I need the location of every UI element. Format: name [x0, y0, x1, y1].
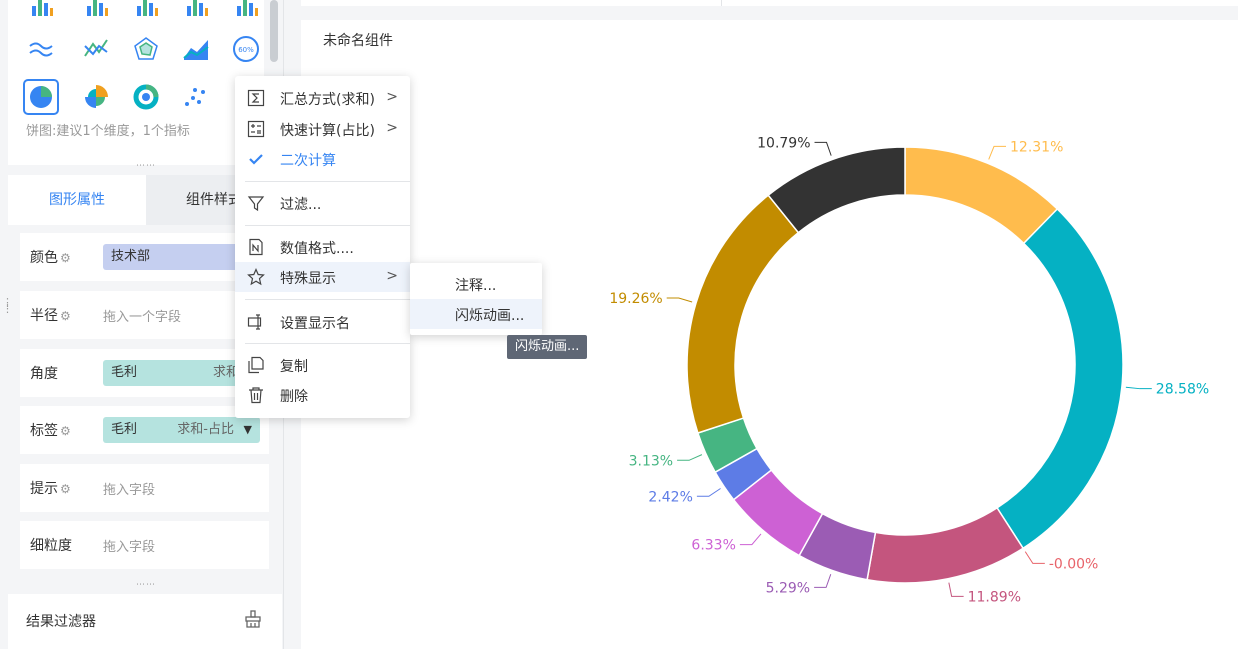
- menu-item-6[interactable]: 特殊显示 >: [235, 262, 410, 292]
- slice-data-label: 6.33%: [691, 538, 735, 554]
- menu-item-4[interactable]: 过滤...: [235, 188, 410, 218]
- menu-divider: [245, 343, 410, 344]
- pie-slice[interactable]: [866, 506, 1025, 584]
- menu-item-label: 汇总方式(求和): [280, 92, 375, 108]
- menu-item-label: 二次计算: [280, 153, 336, 169]
- menu-item-label: 快速计算(占比): [280, 123, 375, 139]
- number-format-icon: [249, 238, 263, 256]
- menu-item-3[interactable]: 二次计算: [235, 144, 410, 174]
- menu-divider: [245, 225, 410, 226]
- chevron-right-icon: >: [386, 268, 398, 284]
- chevron-right-icon: >: [386, 120, 398, 136]
- menu-item-label: 删除: [280, 389, 308, 405]
- label-leader-line: [696, 488, 721, 497]
- submenu-item-1[interactable]: 注释...: [410, 269, 542, 299]
- label-leader-line: [948, 582, 964, 597]
- menu-item-8[interactable]: 复制: [235, 350, 410, 380]
- menu-item-7[interactable]: 设置显示名: [235, 307, 410, 337]
- submenu-item-label: 闪烁动画...: [455, 308, 525, 324]
- menu-divider: [245, 181, 410, 182]
- check-icon: [249, 154, 263, 165]
- context-menu: 汇总方式(求和) > 快速计算(占比) > 二次计算过滤... 数值格式.... 特殊显示 >…: [235, 76, 410, 418]
- submenu-item-label: 注释...: [455, 278, 497, 294]
- slice-data-label: 3.13%: [629, 453, 673, 469]
- menu-item-label: 设置显示名: [280, 316, 350, 332]
- sigma-icon: [247, 89, 265, 107]
- pie-slice[interactable]: [767, 146, 906, 234]
- label-leader-line: [666, 297, 693, 303]
- label-leader-line: [677, 454, 703, 461]
- slice-data-label: 28.58%: [1156, 382, 1209, 398]
- menu-item-label: 数值格式....: [280, 241, 354, 257]
- pie-slice[interactable]: [686, 194, 800, 434]
- slice-data-label: 5.29%: [766, 580, 810, 596]
- menu-item-1[interactable]: 汇总方式(求和) >: [235, 83, 410, 113]
- menu-divider: [245, 299, 410, 300]
- calculator-icon: [247, 120, 265, 138]
- hover-tooltip: 闪烁动画...: [507, 335, 588, 359]
- star-icon: [247, 268, 265, 286]
- label-leader-line: [1024, 551, 1045, 564]
- special-display-submenu: 注释... 闪烁动画...: [410, 263, 542, 335]
- menu-item-label: 复制: [280, 359, 308, 375]
- label-leader-line: [814, 141, 832, 156]
- label-leader-line: [814, 574, 832, 588]
- slice-data-label: 11.89%: [968, 589, 1021, 605]
- menu-item-9[interactable]: 删除: [235, 380, 410, 410]
- slice-data-label: 2.42%: [648, 489, 692, 505]
- menu-item-2[interactable]: 快速计算(占比) >: [235, 114, 410, 144]
- menu-item-label: 过滤...: [280, 197, 322, 213]
- slice-data-label: -0.00%: [1049, 556, 1099, 572]
- rename-icon: [247, 314, 262, 330]
- filter-icon: [247, 196, 265, 212]
- chevron-right-icon: >: [386, 89, 398, 105]
- slice-data-label: 12.31%: [1010, 139, 1063, 155]
- donut-chart: 12.31% 28.58% -0.00% 11.89% 5.29% 6.33% 2.42% 3…: [609, 135, 1209, 605]
- label-leader-line: [1125, 386, 1152, 390]
- submenu-item-2[interactable]: 闪烁动画...: [410, 299, 542, 329]
- pie-slice[interactable]: [996, 207, 1124, 550]
- slice-data-label: 19.26%: [609, 291, 662, 307]
- trash-icon: [249, 387, 263, 404]
- pie-slice[interactable]: [904, 146, 1059, 245]
- label-leader-line: [739, 533, 762, 546]
- menu-item-label: 特殊显示: [280, 271, 336, 287]
- label-leader-line: [988, 145, 1007, 160]
- slice-data-label: 10.79%: [757, 135, 810, 151]
- copy-icon: [248, 356, 264, 374]
- menu-item-5[interactable]: 数值格式....: [235, 232, 410, 262]
